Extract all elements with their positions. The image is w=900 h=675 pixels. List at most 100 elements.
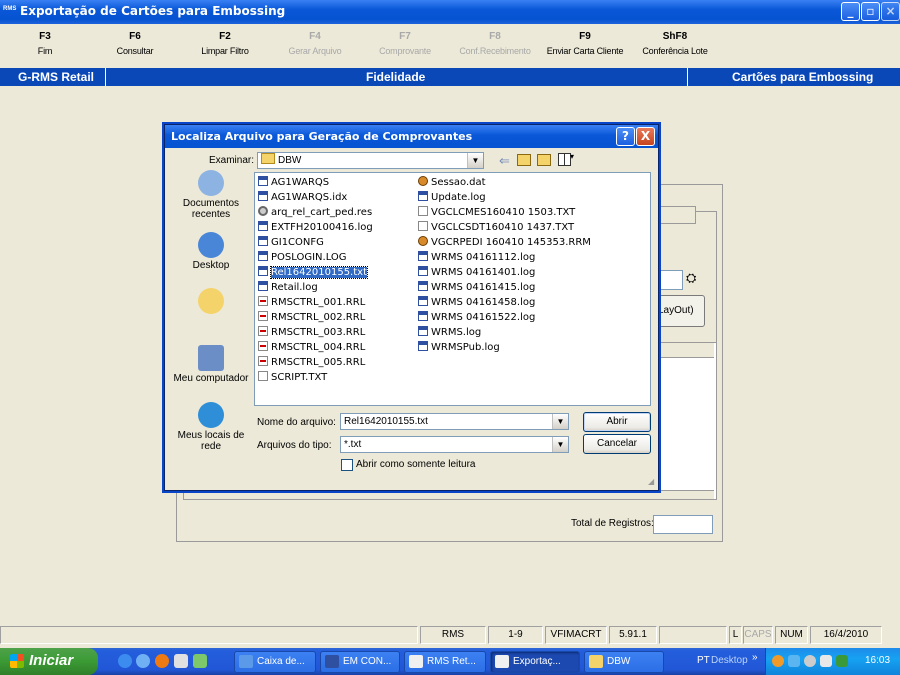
file-item[interactable]: RMSCTRL_004.RRL	[258, 340, 365, 355]
fkey-f3-button[interactable]: F3 Fim	[0, 31, 90, 56]
language-indicator[interactable]: PT	[697, 655, 710, 666]
grid-scrollbar[interactable]	[184, 490, 714, 499]
app-quicklaunch-icon[interactable]	[193, 654, 207, 668]
filetype-dropdown-icon[interactable]: ▼	[552, 437, 568, 452]
file-item[interactable]: AG1WARQS.idx	[258, 190, 347, 205]
places-item-label: Meus locais de rede	[177, 430, 245, 452]
fkey-f9-button[interactable]: F9 Enviar Carta Cliente	[540, 31, 630, 56]
file-item[interactable]: VGCLCMES160410 1503.TXT	[418, 205, 575, 220]
file-item[interactable]: RMSCTRL_005.RRL	[258, 355, 365, 370]
resize-grip-icon[interactable]: ◢	[648, 477, 654, 486]
readonly-checkbox[interactable]	[341, 459, 353, 471]
file-item[interactable]: EXTFH20100416.log	[258, 220, 373, 235]
file-item[interactable]: VGCLCSDT160410 1437.TXT	[418, 220, 574, 235]
filetype-select[interactable]: *.txt ▼	[340, 436, 569, 453]
dialog-close-button[interactable]: X	[636, 127, 655, 146]
binoculars-icon[interactable]: ⛭	[686, 270, 696, 286]
file-item[interactable]: WRMS 04161401.log	[418, 265, 535, 280]
windows-logo-icon	[10, 654, 24, 668]
look-in-value: DBW	[278, 155, 302, 166]
chevron-down-icon[interactable]: ▼	[467, 153, 483, 168]
status-bar: RMS 1-9 VFIMACRT 5.91.1 L CAPS NUM 16/4/2010	[0, 624, 900, 646]
new-folder-icon[interactable]	[537, 154, 551, 166]
media-quicklaunch-icon[interactable]	[155, 654, 169, 668]
desktop-toolbar-label[interactable]: Desktop	[711, 655, 748, 666]
file-item[interactable]: SCRIPT.TXT	[258, 370, 327, 385]
tray-volume-icon[interactable]	[804, 655, 816, 667]
taskbar-button[interactable]: Caixa de...	[234, 651, 316, 673]
filename-dropdown-icon[interactable]: ▼	[552, 414, 568, 429]
filter-field[interactable]	[657, 206, 696, 224]
file-item[interactable]: AG1WARQS	[258, 175, 329, 190]
look-in-label: Examinar:	[209, 155, 255, 166]
cancel-button[interactable]: Cancelar	[583, 434, 651, 454]
back-icon[interactable]: ⇐	[499, 153, 510, 169]
taskbar-button[interactable]: DBW	[584, 651, 664, 673]
file-item[interactable]: WRMS 04161415.log	[418, 280, 535, 295]
taskbar-app-icon	[589, 655, 603, 668]
places-item-network-places[interactable]: Meus locais de rede	[171, 402, 251, 452]
file-item[interactable]: WRMS 04161522.log	[418, 310, 535, 325]
file-item[interactable]: Retail.log	[258, 280, 318, 295]
file-name: arq_rel_cart_ped.res	[271, 207, 373, 218]
view-menu-chevron-icon[interactable]: ▾	[570, 152, 574, 161]
layout-button[interactable]: LayOut)	[657, 295, 705, 327]
file-list[interactable]: AG1WARQS AG1WARQS.idx arq_rel_cart_ped.res…	[254, 172, 651, 406]
file-item-selected[interactable]: Rel1642010155.txt	[258, 265, 368, 280]
fkey-shf8-button[interactable]: ShF8 Conferência Lote	[630, 31, 720, 56]
file-name: VGCLCMES160410 1503.TXT	[431, 207, 576, 218]
file-item[interactable]: RMSCTRL_001.RRL	[258, 295, 365, 310]
status-cell: RMS	[420, 626, 486, 644]
taskbar-button[interactable]: EM CON...	[320, 651, 400, 673]
close-button[interactable]: ×	[881, 2, 900, 21]
toolbar-expand-icon[interactable]: »	[752, 652, 758, 663]
file-item[interactable]: Update.log	[418, 190, 486, 205]
file-item[interactable]: WRMS.log	[418, 325, 481, 340]
fkey-f8-button[interactable]: F8 Conf.Recebimento	[450, 31, 540, 56]
places-item-my-documents[interactable]	[171, 288, 251, 316]
rms-quicklaunch-icon[interactable]	[174, 654, 188, 668]
file-rrl-icon	[258, 341, 268, 351]
filename-input[interactable]: Rel1642010155.txt ▼	[340, 413, 569, 430]
tray-network-icon[interactable]	[788, 655, 800, 667]
file-item[interactable]: WRMS 04161458.log	[418, 295, 535, 310]
up-folder-icon[interactable]	[517, 154, 531, 166]
taskbar-button[interactable]: Exportaç...	[490, 651, 580, 673]
file-item[interactable]: RMSCTRL_002.RRL	[258, 310, 365, 325]
tray-rms-icon[interactable]	[820, 655, 832, 667]
look-in-combo[interactable]: DBW ▼	[257, 152, 484, 169]
minimize-button[interactable]: _	[841, 2, 860, 21]
help-button[interactable]: ?	[616, 127, 635, 146]
clock[interactable]: 16:03	[865, 655, 890, 666]
taskbar-button-label: DBW	[607, 656, 631, 667]
desktop-icon	[198, 232, 224, 258]
taskbar-button[interactable]: RMS Ret...	[404, 651, 486, 673]
main-title-bar: RMS Exportação de Cartões para Embossing…	[0, 0, 900, 24]
fkey-f7-button[interactable]: F7 Comprovante	[360, 31, 450, 56]
file-log-icon	[418, 191, 428, 201]
places-item-recent-documents[interactable]: Documentos recentes	[171, 170, 251, 220]
restore-button[interactable]: ▫	[861, 2, 880, 21]
fkey-f6-button[interactable]: F6 Consultar	[90, 31, 180, 56]
file-item[interactable]: GI1CONFG	[258, 235, 324, 250]
band-screen: Cartões para Embossing	[732, 70, 874, 84]
search-field[interactable]	[657, 270, 683, 290]
file-item[interactable]: POSLOGIN.LOG	[258, 250, 347, 265]
file-item[interactable]: RMSCTRL_003.RRL	[258, 325, 365, 340]
file-item[interactable]: WRMSPub.log	[418, 340, 500, 355]
tray-app-icon[interactable]	[772, 655, 784, 667]
fkey-key: F2	[219, 31, 231, 42]
file-item[interactable]: WRMS 04161112.log	[418, 250, 535, 265]
ie-quicklaunch-icon[interactable]	[118, 654, 132, 668]
fkey-f2-button[interactable]: F2 Limpar Filtro	[180, 31, 270, 56]
fkey-f4-button[interactable]: F4 Gerar Arquivo	[270, 31, 360, 56]
tray-security-icon[interactable]	[836, 655, 848, 667]
open-button[interactable]: Abrir	[583, 412, 651, 432]
file-item[interactable]: VGCRPEDI 160410 145353.RRM	[418, 235, 591, 250]
start-button[interactable]: Iniciar	[0, 648, 98, 675]
places-item-desktop[interactable]: Desktop	[171, 232, 251, 271]
places-item-my-computer[interactable]: Meu computador	[171, 345, 251, 384]
file-item[interactable]: Sessao.dat	[418, 175, 486, 190]
file-item[interactable]: arq_rel_cart_ped.res	[258, 205, 372, 220]
ie2-quicklaunch-icon[interactable]	[136, 654, 150, 668]
